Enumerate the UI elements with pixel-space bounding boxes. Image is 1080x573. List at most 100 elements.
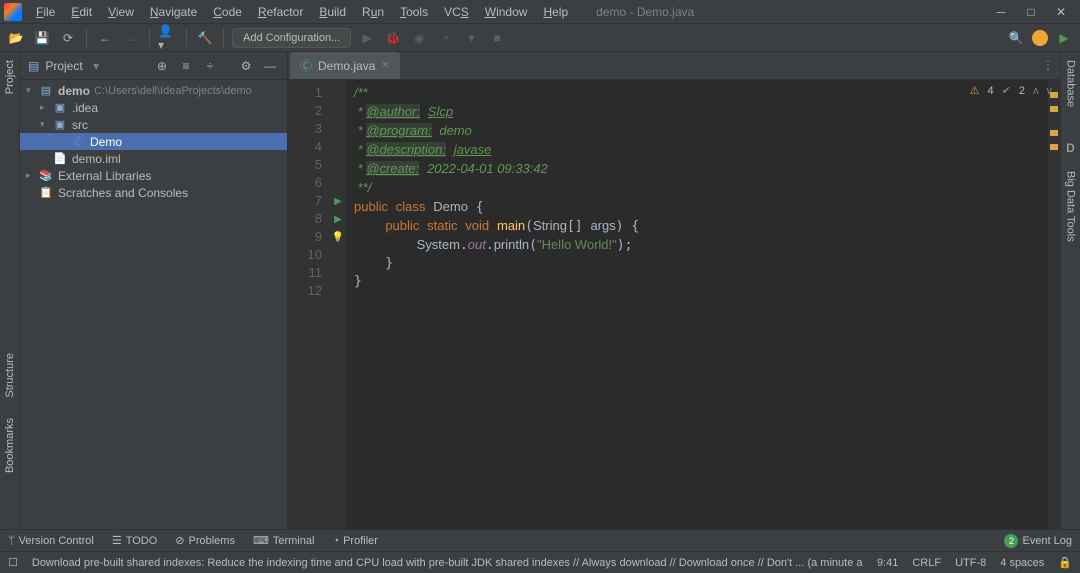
indent[interactable]: 4 spaces	[1000, 557, 1044, 569]
minimize-button[interactable]: ─	[986, 0, 1016, 24]
editor-body[interactable]: 123456789101112 ▶ ▶ 💡 /** * @author: Slc…	[288, 80, 1060, 529]
tool-structure[interactable]: Structure	[4, 349, 16, 402]
intention-bulb-icon[interactable]: 💡	[330, 228, 346, 246]
code-area[interactable]: /** * @author: Slcp * @program: demo * @…	[346, 80, 1048, 529]
status-message[interactable]: Download pre-built shared indexes: Reduc…	[32, 557, 863, 569]
maximize-button[interactable]: □	[1016, 0, 1046, 24]
menu-run[interactable]: Run	[354, 2, 392, 22]
inspections-widget[interactable]: ⚠4 ✔2 ʌ v	[970, 84, 1052, 97]
tool-project[interactable]: Project	[4, 56, 16, 98]
code-with-me-icon[interactable]: ▶	[1054, 28, 1074, 48]
more-run-icon[interactable]: ▾	[461, 28, 481, 48]
toolbar: 📂 💾 ⟳ ← → 👤▾ 🔨 Add Configuration... ▶ 🐞 …	[0, 24, 1080, 52]
tree-external-libs[interactable]: ▸📚 External Libraries	[20, 167, 287, 184]
menu-view[interactable]: View	[100, 2, 142, 22]
select-opened-icon[interactable]: ⊕	[153, 57, 171, 75]
hide-icon[interactable]: —	[261, 57, 279, 75]
menu-build[interactable]: Build	[311, 2, 354, 22]
folder-icon: ▣	[52, 101, 68, 115]
menu-window[interactable]: Window	[477, 2, 536, 22]
editor-tabs: Ⓒ Demo.java ✕ ⋮	[288, 52, 1060, 80]
right-tool-strip: Database D Big Data Tools	[1060, 52, 1080, 529]
todo-button[interactable]: ☰TODO	[112, 534, 157, 547]
tool-bookmarks[interactable]: Bookmarks	[4, 414, 16, 477]
close-tab-icon[interactable]: ✕	[381, 60, 389, 71]
java-class-icon: Ⓒ	[300, 57, 312, 74]
file-icon: 📄	[52, 152, 68, 166]
tree-item-idea[interactable]: ▸▣ .idea	[20, 99, 287, 116]
profile-icon[interactable]: ◔	[435, 28, 455, 48]
lock-icon[interactable]: 🔒	[1058, 556, 1072, 569]
tree-root[interactable]: ▾▤ demoC:\Users\dell\IdeaProjects\demo	[20, 82, 287, 99]
encoding[interactable]: UTF-8	[955, 557, 986, 569]
tree-item-src[interactable]: ▾▣ src	[20, 116, 287, 133]
branch-icon: ᛘ	[8, 535, 15, 547]
menu-refactor[interactable]: Refactor	[250, 2, 311, 22]
ide-logo-icon	[4, 3, 22, 21]
menu-vcs[interactable]: VCS	[436, 2, 477, 22]
search-icon[interactable]: 🔍	[1006, 28, 1026, 48]
panel-dropdown-icon[interactable]: ▾	[93, 59, 99, 73]
tool-database[interactable]: Database	[1065, 56, 1077, 111]
terminal-button[interactable]: ⌨Terminal	[253, 534, 314, 547]
collapse-all-icon[interactable]: ÷	[201, 57, 219, 75]
menubar: File Edit View Navigate Code Refactor Bu…	[0, 0, 1080, 24]
profiler-button[interactable]: ◔Profiler	[332, 535, 378, 547]
account-icon[interactable]	[1032, 30, 1048, 46]
run-gutter-icon[interactable]: ▶	[330, 210, 346, 228]
run-icon[interactable]: ▶	[357, 28, 377, 48]
error-stripe[interactable]	[1048, 80, 1060, 529]
reload-icon[interactable]: ⟳	[58, 28, 78, 48]
user-icon[interactable]: 👤▾	[158, 28, 178, 48]
warning-mark[interactable]	[1050, 144, 1058, 150]
next-highlight-icon[interactable]: v	[1047, 85, 1053, 97]
menu-tools[interactable]: Tools	[392, 2, 436, 22]
warning-mark[interactable]	[1050, 130, 1058, 136]
problems-button[interactable]: ⊘Problems	[175, 534, 235, 547]
line-separator[interactable]: CRLF	[912, 557, 941, 569]
menu-help[interactable]: Help	[535, 2, 576, 22]
event-badge: 2	[1004, 534, 1018, 548]
tree-item-demo-class[interactable]: Ⓒ Demo	[20, 133, 287, 150]
problems-icon: ⊘	[175, 534, 184, 547]
bottom-toolbar: ᛘVersion Control ☰TODO ⊘Problems ⌨Termin…	[0, 529, 1080, 551]
close-button[interactable]: ✕	[1046, 0, 1076, 24]
stop-icon[interactable]: ■	[487, 28, 507, 48]
build-icon[interactable]: 🔨	[195, 28, 215, 48]
tab-demo-java[interactable]: Ⓒ Demo.java ✕	[290, 52, 400, 79]
warning-mark[interactable]	[1050, 106, 1058, 112]
gutter-icons: ▶ ▶ 💡	[330, 80, 346, 529]
caret-pos[interactable]: 9:41	[877, 557, 898, 569]
menu-navigate[interactable]: Navigate	[142, 2, 205, 22]
open-icon[interactable]: 📂	[6, 28, 26, 48]
event-log-button[interactable]: 2Event Log	[1004, 534, 1072, 548]
big-data-d-icon: D	[1066, 141, 1075, 155]
terminal-icon: ⌨	[253, 534, 269, 547]
tool-big-data[interactable]: Big Data Tools	[1065, 167, 1077, 246]
settings-icon[interactable]: ⚙	[237, 57, 255, 75]
forward-icon[interactable]: →	[121, 28, 141, 48]
panel-title: Project	[45, 59, 87, 73]
menu-file[interactable]: File	[28, 2, 63, 22]
save-icon[interactable]: 💾	[32, 28, 52, 48]
tab-label: Demo.java	[318, 59, 375, 73]
module-icon: ▤	[38, 84, 54, 98]
back-icon[interactable]: ←	[95, 28, 115, 48]
run-gutter-icon[interactable]: ▶	[330, 192, 346, 210]
coverage-icon[interactable]: ◉	[409, 28, 429, 48]
profiler-icon: ◔	[332, 535, 339, 547]
tool-window-quick-icon[interactable]: ☐	[8, 556, 18, 569]
menu-code[interactable]: Code	[205, 2, 250, 22]
tree-scratches[interactable]: 📋 Scratches and Consoles	[20, 184, 287, 201]
debug-icon[interactable]: 🐞	[383, 28, 403, 48]
menu-edit[interactable]: Edit	[63, 2, 100, 22]
run-config-select[interactable]: Add Configuration...	[232, 28, 351, 48]
tab-overflow-icon[interactable]: ⋮	[1042, 58, 1054, 72]
expand-all-icon[interactable]: ≡	[177, 57, 195, 75]
line-gutter: 123456789101112	[288, 80, 330, 529]
folder-icon: ▤	[28, 59, 39, 73]
tree-item-iml[interactable]: 📄 demo.iml	[20, 150, 287, 167]
status-bar: ☐ Download pre-built shared indexes: Red…	[0, 551, 1080, 573]
prev-highlight-icon[interactable]: ʌ	[1033, 85, 1039, 97]
version-control-button[interactable]: ᛘVersion Control	[8, 535, 94, 547]
